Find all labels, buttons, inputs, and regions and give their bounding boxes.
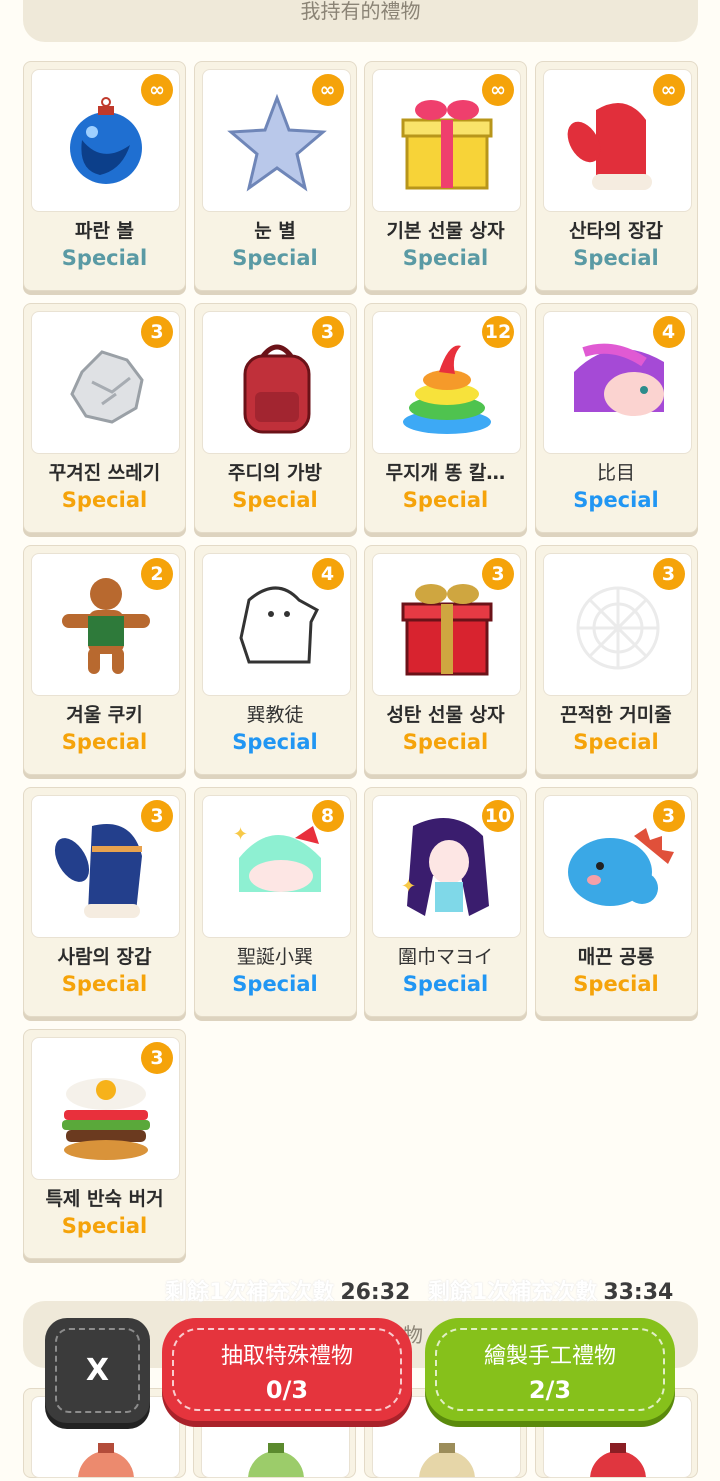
timer-label: 剩餘1次補充次數 xyxy=(165,1280,335,1305)
count-badge: 4 xyxy=(652,316,685,348)
gift-card[interactable]: 3 끈적한 거미줄 Special xyxy=(534,545,698,775)
refill-timer: 剩餘1次補充次數 26:32 xyxy=(165,1274,410,1306)
gift-tag: Special xyxy=(573,488,659,512)
count-badge: 3 xyxy=(311,316,344,348)
count-badge: 3 xyxy=(141,1042,173,1074)
gift-name: 파란 볼 xyxy=(74,220,135,242)
count-badge: ∞ xyxy=(482,74,514,106)
craft-button-count: 2/3 xyxy=(528,1376,572,1404)
gift-card[interactable]: ∞ 기본 선물 상자 Special xyxy=(364,61,527,291)
gift-name: 성탄 선물 상자 xyxy=(386,704,505,726)
refill-timer: 剩餘1次補充次數 33:34 xyxy=(428,1274,673,1306)
gift-card[interactable]: ∞ 눈 별 Special xyxy=(193,61,357,291)
top-header: 我持有的禮物 xyxy=(23,0,698,42)
gift-card[interactable]: ✦ 8 聖誕小巽 Special xyxy=(193,787,357,1017)
gift-card[interactable]: 4 巽教徒 Special xyxy=(193,545,357,775)
section-title: 我持有的禮物 xyxy=(300,0,421,23)
gift-tag: Special xyxy=(573,972,659,996)
gift-tag: Special xyxy=(573,730,659,754)
gift-card[interactable]: 3 주디의 가방 Special xyxy=(193,303,357,533)
count-badge: 4 xyxy=(311,558,344,590)
gift-card[interactable]: 3 사람의 장갑 Special xyxy=(23,787,186,1017)
svg-text:✦: ✦ xyxy=(233,824,248,845)
count-badge: ∞ xyxy=(141,74,173,106)
gift-name: 꾸겨진 쓰레기 xyxy=(48,462,161,484)
gift-name: 比目 xyxy=(596,462,635,484)
count-badge: 3 xyxy=(141,316,173,348)
draw-button-label: 抽取特殊禮物 xyxy=(220,1344,353,1369)
timer-value: 26:32 xyxy=(340,1280,411,1305)
gift-tag: Special xyxy=(232,972,318,996)
gift-tag: Special xyxy=(402,730,489,754)
draw-special-gift-button[interactable]: 抽取特殊禮物 0/3 xyxy=(162,1318,412,1421)
gift-name: 사람의 장갑 xyxy=(57,946,152,968)
gift-name: 특제 반숙 버거 xyxy=(45,1188,164,1210)
craft-gift-button[interactable]: 繪製手工禮物 2/3 xyxy=(425,1318,675,1421)
timers-row: 剩餘1次補充次數 26:32 剩餘1次補充次數 33:34 xyxy=(0,1274,720,1305)
timer-label: 剩餘1次補充次數 xyxy=(428,1280,598,1305)
gift-card[interactable]: 3 꾸겨진 쓰레기 Special xyxy=(23,303,186,533)
gift-name: 산타의 장갑 xyxy=(568,220,663,242)
gift-tag: Special xyxy=(61,730,148,754)
gift-tag: Special xyxy=(61,246,148,270)
count-badge: 3 xyxy=(141,800,173,832)
gift-tag: Special xyxy=(573,246,659,270)
gift-name: 圍巾マヨイ xyxy=(397,946,493,968)
count-badge: ∞ xyxy=(652,74,685,106)
count-badge: 3 xyxy=(652,558,685,590)
gift-card[interactable]: 4 比目 Special xyxy=(534,303,698,533)
gift-name: 무지개 똥 칼… xyxy=(385,462,506,484)
gift-card[interactable]: 3 매끈 공룡 Special xyxy=(534,787,698,1017)
gift-tag: Special xyxy=(61,488,148,512)
gift-name: 주디의 가방 xyxy=(227,462,322,484)
gift-tag: Special xyxy=(402,972,489,996)
gift-tag: Special xyxy=(61,972,148,996)
gift-tag: Special xyxy=(232,488,318,512)
count-badge: 3 xyxy=(482,558,514,590)
gift-name: 매끈 공룡 xyxy=(577,946,655,968)
gift-card[interactable]: 3 특제 반숙 버거 Special xyxy=(23,1029,186,1259)
timer-value: 33:34 xyxy=(603,1280,674,1305)
svg-text:✦: ✦ xyxy=(401,876,416,897)
gift-tag: Special xyxy=(402,488,489,512)
count-badge: 8 xyxy=(311,800,344,832)
gift-name: 기본 선물 상자 xyxy=(386,220,505,242)
gift-card[interactable]: ∞ 파란 볼 Special xyxy=(23,61,186,291)
count-badge: 10 xyxy=(482,800,514,832)
count-badge: 2 xyxy=(141,558,173,590)
gift-card[interactable]: 3 성탄 선물 상자 Special xyxy=(364,545,527,775)
gift-card[interactable]: ✦ 10 圍巾マヨイ Special xyxy=(364,787,527,1017)
gift-card[interactable]: 12 무지개 똥 칼… Special xyxy=(364,303,527,533)
gift-card[interactable]: ∞ 산타의 장갑 Special xyxy=(534,61,698,291)
draw-button-count: 0/3 xyxy=(265,1376,309,1404)
gift-name: 巽教徒 xyxy=(246,704,304,726)
gift-card[interactable]: 2 겨울 쿠키 Special xyxy=(23,545,186,775)
count-badge: ∞ xyxy=(311,74,344,106)
close-button[interactable]: X xyxy=(45,1318,150,1423)
gift-name: 겨울 쿠키 xyxy=(66,704,143,726)
count-badge: 3 xyxy=(652,800,685,832)
gift-tag: Special xyxy=(232,730,318,754)
gift-name: 눈 별 xyxy=(254,220,296,242)
gift-name: 聖誕小巽 xyxy=(236,946,313,968)
craft-button-label: 繪製手工禮物 xyxy=(483,1344,616,1369)
count-badge: 12 xyxy=(482,316,514,348)
gift-tag: Special xyxy=(61,1214,148,1238)
gift-tag: Special xyxy=(402,246,489,270)
close-icon: X xyxy=(85,1353,110,1388)
gift-name: 끈적한 거미줄 xyxy=(560,704,672,726)
gift-tag: Special xyxy=(232,246,318,270)
